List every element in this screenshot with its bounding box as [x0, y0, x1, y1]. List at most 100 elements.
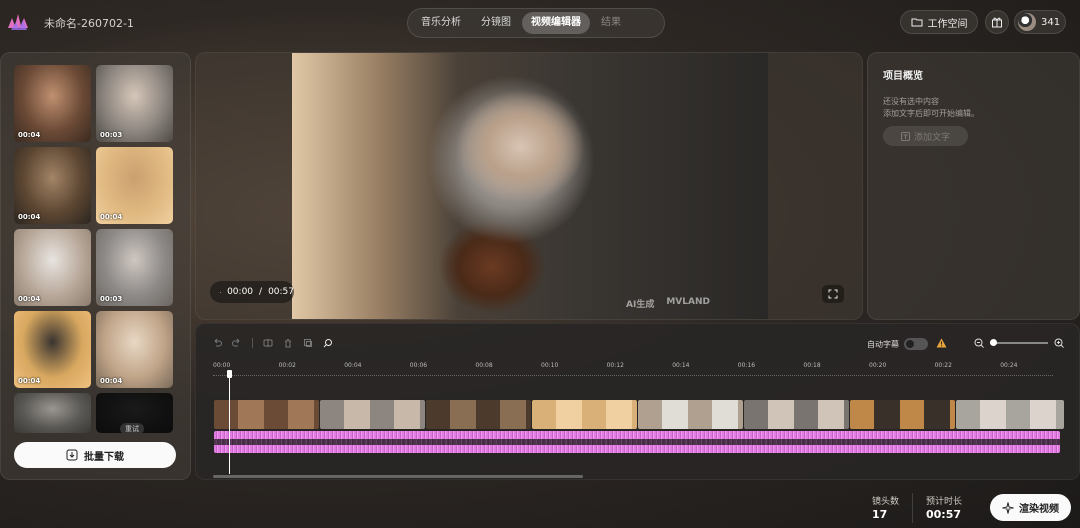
- timeline-clip[interactable]: [320, 400, 425, 429]
- overview-title: 项目概览: [883, 71, 923, 82]
- render-video-button[interactable]: 渲染视频: [990, 494, 1071, 521]
- tick-label: 00:22: [934, 362, 952, 369]
- tick-label: 00:06: [409, 362, 428, 369]
- tab-result[interactable]: 结果: [592, 12, 630, 34]
- timeline-clip[interactable]: [744, 400, 849, 429]
- clip-duration: 00:04: [18, 377, 41, 385]
- clip-thumbnail[interactable]: 00:04: [14, 311, 91, 388]
- clip-duration: 00:04: [18, 131, 41, 139]
- time-total: 00:57: [268, 287, 294, 297]
- playhead-handle[interactable]: [227, 370, 232, 378]
- clip-thumbnail[interactable]: 00:04: [96, 147, 173, 224]
- split-icon[interactable]: [263, 338, 273, 348]
- clip-thumbnail[interactable]: [14, 393, 91, 433]
- tick-label: 00:14: [672, 362, 690, 369]
- estimated-duration-value: 00:57: [926, 508, 962, 521]
- clip-thumbnail[interactable]: 重试: [96, 393, 173, 433]
- search-icon[interactable]: [323, 338, 333, 348]
- tick-label: 00:24: [1000, 362, 1018, 369]
- project-title[interactable]: 未命名-260702-1: [44, 15, 134, 31]
- clip-thumbnail[interactable]: 00:04: [14, 65, 91, 142]
- play-icon[interactable]: [220, 288, 222, 297]
- clip-thumbnail[interactable]: 00:03: [96, 65, 173, 142]
- render-video-label: 渲染视频: [1019, 504, 1059, 515]
- timeline-clip[interactable]: [426, 400, 531, 429]
- playback-control: 00:00 / 00:57: [210, 281, 294, 303]
- ruler-line: [213, 375, 1053, 376]
- retry-button[interactable]: 重试: [120, 423, 144, 433]
- clip-thumbnail[interactable]: 00:03: [96, 229, 173, 306]
- batch-download-button[interactable]: 批量下载: [14, 442, 176, 468]
- clip-duration: 00:04: [100, 213, 123, 221]
- main-nav-tabs: 音乐分析 分镜图 视频编辑器 结果: [407, 8, 665, 38]
- gift-button[interactable]: [985, 10, 1009, 34]
- undo-icon[interactable]: [212, 338, 222, 348]
- tick-label: 00:10: [541, 362, 559, 369]
- tick-label: 00:20: [869, 362, 887, 369]
- timeline-scrollbar[interactable]: [213, 475, 583, 478]
- download-icon: [66, 449, 78, 461]
- clip-duration: 00:03: [100, 131, 123, 139]
- overview-hint-1: 还没有选中内容: [883, 97, 939, 106]
- timeline-clip[interactable]: [956, 400, 1064, 429]
- clip-thumbnail[interactable]: 00:04: [14, 229, 91, 306]
- tick-label: 00:02: [278, 362, 296, 369]
- zoom-in-icon[interactable]: [1054, 338, 1064, 348]
- time-ruler[interactable]: 00:00 00:02 00:04 00:06 00:08 00:10 00:12 00:14…: [213, 362, 1053, 376]
- tick-label: 00:12: [606, 362, 624, 369]
- video-preview: AI生成 MVLAND 00:00 / 00:57: [195, 52, 863, 320]
- time-separator: /: [259, 287, 263, 297]
- zoom-out-icon[interactable]: [974, 338, 984, 348]
- zoom-slider-knob[interactable]: [990, 339, 997, 346]
- watermark-brand: MVLAND: [666, 297, 710, 307]
- duplicate-icon[interactable]: [303, 338, 313, 348]
- add-text-button[interactable]: 添加文字: [883, 126, 968, 146]
- tab-music-analysis[interactable]: 音乐分析: [412, 12, 470, 34]
- workspace-button[interactable]: 工作空间: [900, 10, 978, 34]
- stats-divider: [912, 493, 913, 523]
- clip-thumbnail[interactable]: 00:04: [96, 311, 173, 388]
- delete-icon[interactable]: [283, 338, 293, 348]
- timeline-panel: 自动字幕 00:00 00:02 00:04 00:06 00:08 00:10 00:12…: [195, 323, 1080, 480]
- auto-subtitle-toggle[interactable]: [904, 338, 928, 350]
- clip-duration: 00:04: [18, 295, 41, 303]
- timeline-clip[interactable]: [532, 400, 637, 429]
- text-icon: [900, 131, 910, 141]
- zoom-slider[interactable]: [990, 339, 1048, 346]
- playhead[interactable]: [229, 370, 230, 474]
- tick-label: 00:00: [213, 362, 231, 369]
- folder-icon: [911, 18, 922, 27]
- fullscreen-button[interactable]: [822, 285, 844, 303]
- auto-subtitle-label: 自动字幕: [867, 340, 899, 349]
- tab-video-editor[interactable]: 视频编辑器: [522, 12, 590, 34]
- shot-count-label: 镜头数: [872, 497, 900, 507]
- video-frame[interactable]: [292, 53, 768, 319]
- fullscreen-icon: [828, 289, 838, 299]
- tick-label: 00:18: [803, 362, 821, 369]
- gift-icon: [992, 17, 1002, 28]
- tab-storyboard[interactable]: 分镜图: [472, 12, 520, 34]
- timeline-clip[interactable]: [850, 400, 955, 429]
- zoom-control: [974, 338, 1064, 348]
- video-track[interactable]: [214, 400, 1064, 429]
- warning-icon[interactable]: [936, 338, 947, 348]
- clip-thumbnail[interactable]: 00:04: [14, 147, 91, 224]
- credits-count: 341: [1041, 16, 1061, 28]
- user-credits[interactable]: 341: [1014, 10, 1066, 34]
- project-overview-panel: 项目概览 还没有选中内容 添加文字后即可开始编辑。 添加文字: [867, 52, 1080, 320]
- audio-track[interactable]: [214, 431, 1060, 453]
- toolbar-divider: [252, 338, 253, 348]
- tick-label: 00:16: [737, 362, 756, 369]
- tick-label: 00:04: [344, 362, 362, 369]
- estimated-duration-label: 预计时长: [926, 497, 963, 507]
- sparkle-icon: [1002, 501, 1014, 514]
- redo-icon[interactable]: [232, 338, 242, 348]
- timeline-toolbar: [212, 338, 333, 348]
- audio-waveform: [214, 439, 1060, 445]
- add-text-label: 添加文字: [913, 132, 950, 143]
- app-logo[interactable]: [6, 10, 32, 34]
- batch-download-label: 批量下载: [84, 451, 124, 463]
- timeline-clip[interactable]: [638, 400, 743, 429]
- watermark: AI生成 MVLAND: [626, 297, 710, 310]
- clip-duration: 00:04: [100, 377, 123, 385]
